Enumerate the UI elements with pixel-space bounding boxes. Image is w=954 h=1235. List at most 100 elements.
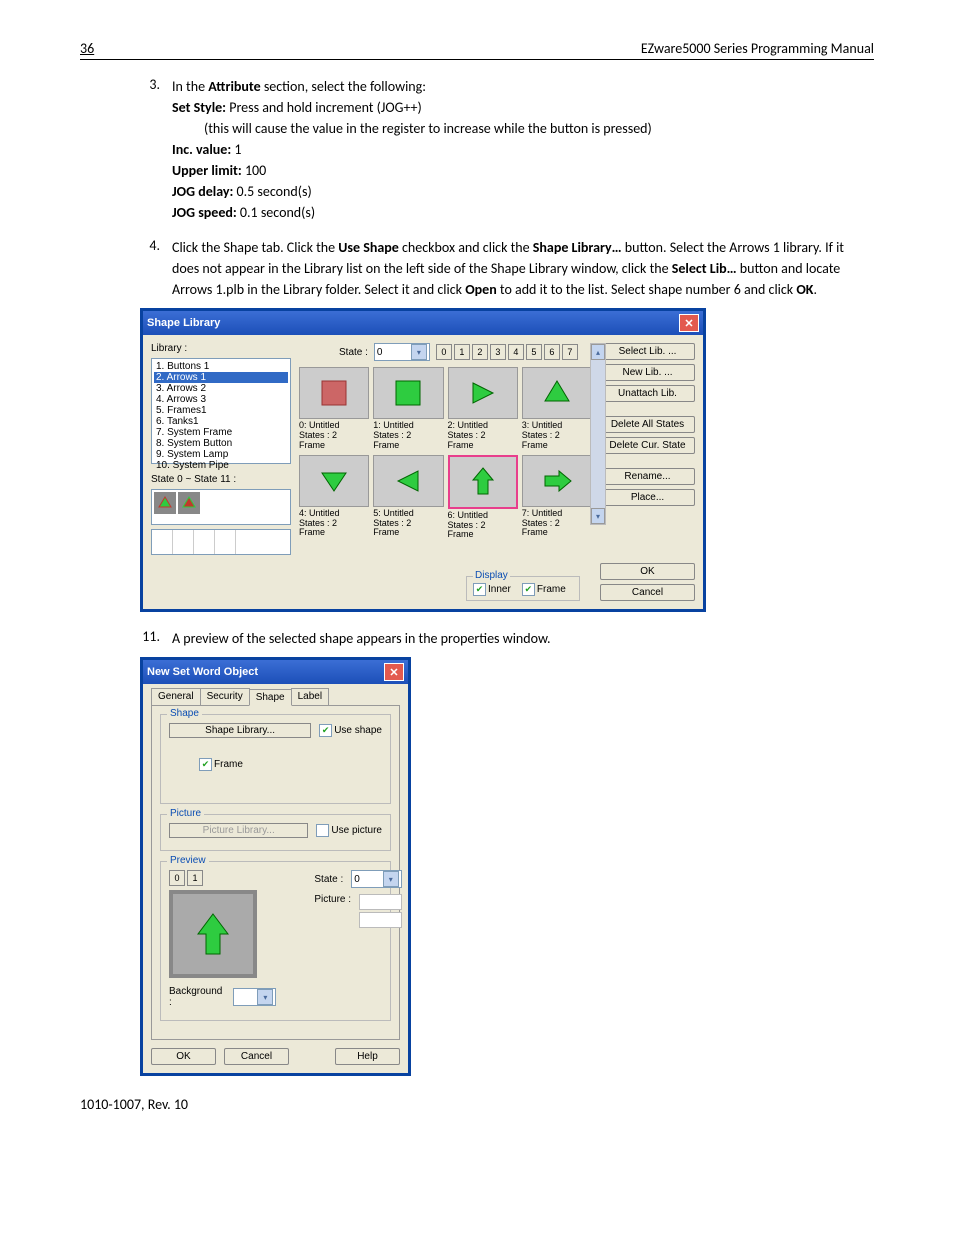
state-num-button[interactable]: 2 — [472, 344, 488, 360]
page-number: 36 — [80, 40, 94, 57]
chevron-down-icon: ▾ — [411, 344, 427, 360]
state-preview — [151, 489, 291, 525]
shape-cell[interactable] — [522, 455, 592, 507]
state-combo[interactable]: 0▾ — [374, 343, 430, 361]
shape-library-button[interactable]: Shape Library... — [169, 723, 311, 738]
library-item[interactable]: 6. Tanks1 — [154, 416, 288, 427]
state-num-button[interactable]: 7 — [562, 344, 578, 360]
dialog-title: Shape Library — [147, 317, 220, 329]
step11-text: A preview of the selected shape appears … — [172, 628, 874, 649]
close-icon[interactable]: ✕ — [384, 663, 404, 681]
step-number: 3. — [128, 76, 172, 223]
tab-security[interactable]: Security — [200, 688, 250, 705]
shape-cell-label: 1: UntitledStates : 2Frame — [373, 421, 443, 451]
picture-field — [359, 894, 402, 910]
shape-cell-label: 5: UntitledStates : 2Frame — [373, 509, 443, 539]
step-number: 11. — [128, 628, 172, 649]
library-item[interactable]: 8. System Button — [154, 438, 288, 449]
state-num-button[interactable]: 3 — [490, 344, 506, 360]
shape-cell[interactable] — [373, 455, 443, 507]
library-item[interactable]: 9. System Lamp — [154, 449, 288, 460]
delete-all-states-button[interactable]: Delete All States — [600, 416, 695, 433]
use-shape-checkbox[interactable]: ✔Use shape — [319, 724, 382, 737]
display-group-label: Display — [473, 570, 510, 581]
state-num-button[interactable]: 4 — [508, 344, 524, 360]
preview-state-button[interactable]: 0 — [169, 870, 185, 886]
state-combo[interactable]: 0▾ — [351, 870, 401, 888]
shape-cell-label: 7: UntitledStates : 2Frame — [522, 509, 592, 539]
library-item[interactable]: 1. Buttons 1 — [154, 361, 288, 372]
step3-line5: JOG delay: 0.5 second(s) — [172, 181, 874, 202]
preview-group-label: Preview — [167, 855, 209, 866]
library-item[interactable]: 10. System Pipe — [154, 460, 288, 471]
shape-cell-label: 0: UntitledStates : 2Frame — [299, 421, 369, 451]
shape-cell-label: 6: UntitledStates : 2Frame — [448, 511, 518, 541]
shape-cell[interactable] — [299, 367, 369, 419]
step3-line3: Inc. value: 1 — [172, 139, 874, 160]
library-item[interactable]: 2. Arrows 1 — [154, 372, 288, 383]
frame-checkbox[interactable]: ✔Frame — [522, 583, 566, 596]
rename-button[interactable]: Rename... — [600, 468, 695, 485]
state-num-button[interactable]: 5 — [526, 344, 542, 360]
close-icon[interactable]: ✕ — [679, 314, 699, 332]
step3-intro: In the Attribute section, select the fol… — [172, 76, 874, 97]
state-num-button[interactable]: 6 — [544, 344, 560, 360]
shape-cell[interactable] — [448, 455, 518, 509]
library-list[interactable]: 1. Buttons 12. Arrows 13. Arrows 24. Arr… — [151, 358, 291, 464]
step3-line2: (this will cause the value in the regist… — [204, 118, 874, 139]
preview-state-button[interactable]: 1 — [187, 870, 203, 886]
picture-label: Picture : — [314, 894, 351, 905]
state-num-button[interactable]: 1 — [454, 344, 470, 360]
footer-rev: 1010-1007, Rev. 10 — [80, 1096, 874, 1113]
frame-checkbox[interactable]: ✔Frame — [199, 758, 243, 771]
place-button[interactable]: Place... — [600, 489, 695, 506]
shape-cell[interactable] — [448, 367, 518, 419]
library-item[interactable]: 3. Arrows 2 — [154, 383, 288, 394]
shape-cell-label: 4: UntitledStates : 2Frame — [299, 509, 369, 539]
help-button[interactable]: Help — [335, 1048, 400, 1065]
select-lib-button[interactable]: Select Lib. ... — [600, 343, 695, 360]
shape-cell-label: 3: UntitledStates : 2Frame — [522, 421, 592, 451]
chevron-down-icon: ▾ — [383, 871, 399, 887]
cancel-button[interactable]: Cancel — [600, 584, 695, 601]
tab-general[interactable]: General — [151, 688, 201, 705]
step3-line6: JOG speed: 0.1 second(s) — [172, 202, 874, 223]
library-item[interactable]: 4. Arrows 3 — [154, 394, 288, 405]
picture-library-button[interactable]: Picture Library... — [169, 823, 308, 838]
ok-button[interactable]: OK — [151, 1048, 216, 1065]
preview-image — [169, 890, 257, 978]
state-range-label: State 0 ~ State 11 : — [151, 474, 291, 485]
tab-label[interactable]: Label — [291, 688, 329, 705]
background-combo[interactable]: ▾ — [233, 988, 277, 1006]
shape-group-label: Shape — [167, 708, 202, 719]
doc-title: EZware5000 Series Programming Manual — [641, 40, 874, 57]
ok-button[interactable]: OK — [600, 563, 695, 580]
scroll-up-icon[interactable]: ▴ — [591, 344, 605, 360]
state-preview-empty — [151, 529, 291, 555]
scrollbar[interactable]: ▴ ▾ — [590, 343, 606, 525]
state-label: State : — [314, 874, 343, 885]
library-item[interactable]: 7. System Frame — [154, 427, 288, 438]
step4-text: Click the Shape tab. Click the Use Shape… — [172, 237, 874, 300]
delete-cur-state-button[interactable]: Delete Cur. State — [600, 437, 695, 454]
use-picture-checkbox[interactable]: Use picture — [316, 824, 382, 837]
picture-group-label: Picture — [167, 808, 204, 819]
cancel-button[interactable]: Cancel — [224, 1048, 289, 1065]
shape-cell[interactable] — [373, 367, 443, 419]
new-lib-button[interactable]: New Lib. ... — [600, 364, 695, 381]
chevron-down-icon: ▾ — [257, 989, 273, 1005]
shape-cell[interactable] — [299, 455, 369, 507]
state-num-button[interactable]: 0 — [436, 344, 452, 360]
step3-line1: Set Style: Press and hold increment (JOG… — [172, 97, 874, 118]
shape-cell-label: 2: UntitledStates : 2Frame — [448, 421, 518, 451]
shape-cell[interactable] — [522, 367, 592, 419]
dialog-title: New Set Word Object — [147, 666, 258, 678]
state-label: State : — [339, 347, 368, 358]
background-label: Background : — [169, 986, 225, 1008]
inner-checkbox[interactable]: ✔Inner — [473, 583, 511, 596]
library-item[interactable]: 5. Frames1 — [154, 405, 288, 416]
tab-shape[interactable]: Shape — [249, 689, 292, 706]
scroll-down-icon[interactable]: ▾ — [591, 508, 605, 524]
step-number: 4. — [128, 237, 172, 300]
unattach-lib-button[interactable]: Unattach Lib. — [600, 385, 695, 402]
